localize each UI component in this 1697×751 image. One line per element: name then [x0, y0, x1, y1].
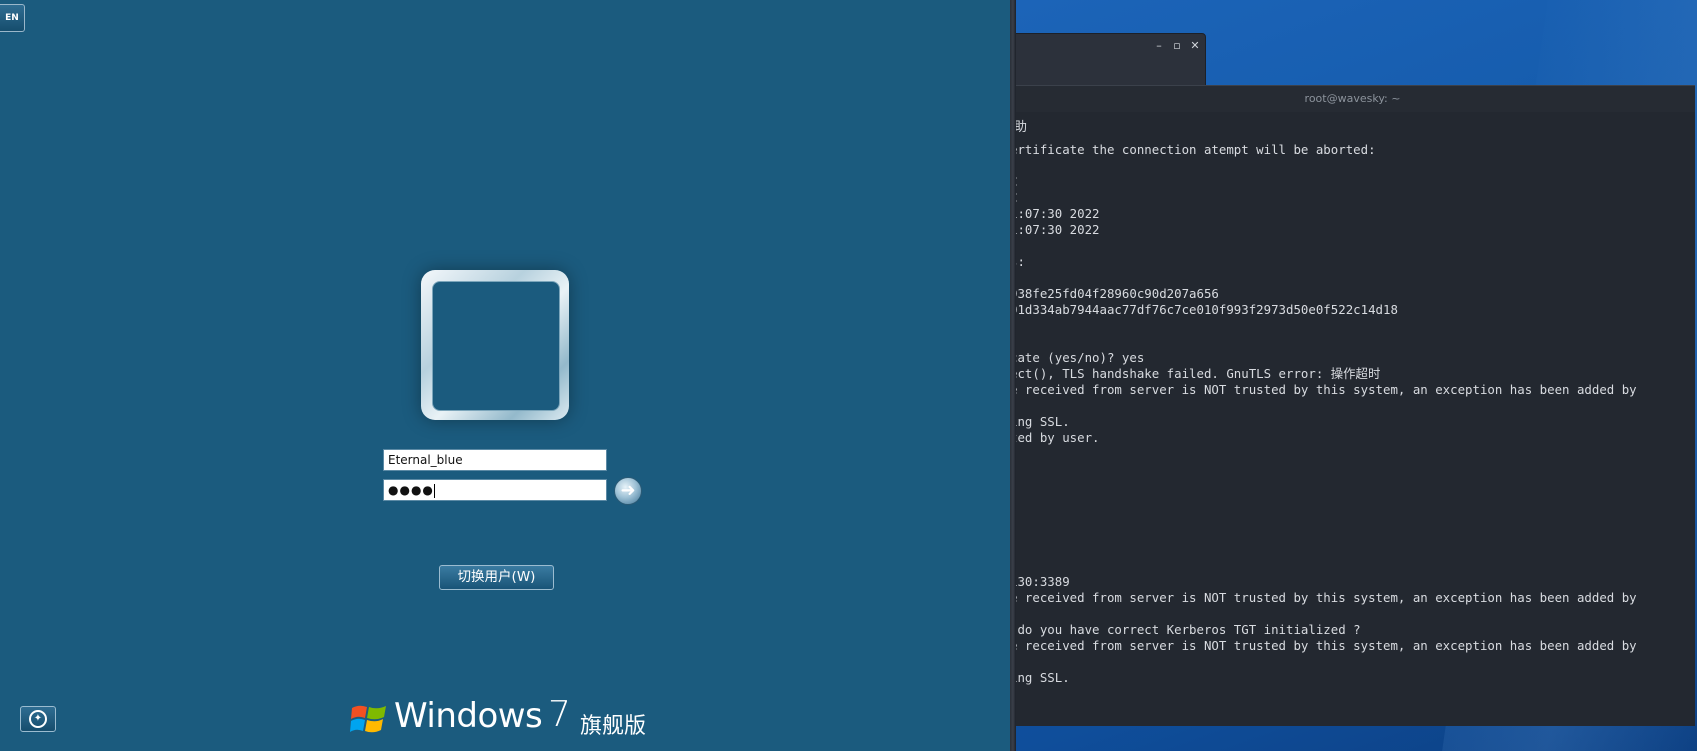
arrow-right-icon[interactable]: ➜: [614, 477, 642, 505]
terminal-line: C: [1010, 190, 1695, 206]
brand-version: 7: [548, 694, 571, 735]
terminal-line: e received from server is NOT trusted by…: [1010, 590, 1637, 605]
terminal-line: cate (yes/no)? yes: [1010, 350, 1145, 365]
terminal-line: 1:07:30 2022: [1010, 206, 1100, 221]
minimize-icon[interactable]: –: [1153, 40, 1165, 52]
close-icon[interactable]: ✕: [1189, 40, 1201, 52]
maximize-icon[interactable]: ▫: [1171, 40, 1183, 52]
terminal-line: 130:3389: [1010, 574, 1070, 589]
password-mask: ●●●●: [388, 483, 434, 497]
terminal-line: ect(), TLS handshake failed. GnuTLS erro…: [1010, 366, 1381, 381]
window-divider: [1010, 0, 1016, 751]
windows-logon-screen: EN Eternal_blue ●●●● ➜ 切换用户(W) ✦ Windows…: [0, 0, 1010, 751]
terminal-line: e received from server is NOT trusted by…: [1010, 638, 1637, 653]
switch-user-button[interactable]: 切换用户(W): [439, 565, 554, 590]
terminal-window[interactable]: root@wavesky: ~ 助 ertificate the connect…: [1010, 85, 1695, 726]
terminal-line: 938fe25fd04f28960c90d207a656: [1010, 286, 1219, 301]
background-window[interactable]: – ▫ ✕: [1010, 33, 1206, 87]
terminal-line: 1:07:30 2022: [1010, 222, 1100, 237]
language-indicator[interactable]: EN: [0, 4, 25, 32]
username-input[interactable]: Eternal_blue: [383, 449, 607, 471]
terminal-line: ted by user.: [1010, 430, 1100, 445]
terminal-line: e received from server is NOT trusted by…: [1010, 382, 1637, 397]
terminal-line: ing SSL.: [1010, 414, 1070, 429]
terminal-line: do you have correct Kerberos TGT initial…: [1010, 622, 1361, 637]
brand-name: Windows: [394, 696, 543, 736]
password-input[interactable]: ●●●●: [383, 479, 607, 501]
terminal-line: C: [1010, 174, 1695, 190]
terminal-line: 01d334ab7944aac77df76c7ce010f993f2973d50…: [1010, 302, 1398, 317]
user-avatar: [432, 281, 560, 411]
terminal-line: ing SSL.: [1010, 670, 1070, 685]
terminal-output[interactable]: ertificate the connection atempt will be…: [1010, 142, 1695, 722]
terminal-title: root@wavesky: ~: [1010, 86, 1695, 112]
text-caret: [433, 483, 435, 498]
ease-of-access-icon: ✦: [29, 710, 47, 728]
windows-flag-icon: [350, 705, 386, 733]
terminal-line: ertificate the connection atempt will be…: [1010, 142, 1376, 157]
brand-edition: 旗舰版: [580, 714, 647, 739]
ease-of-access-button[interactable]: ✦: [20, 706, 56, 732]
user-avatar-frame: [421, 270, 569, 420]
terminal-line: s:: [1010, 254, 1025, 269]
